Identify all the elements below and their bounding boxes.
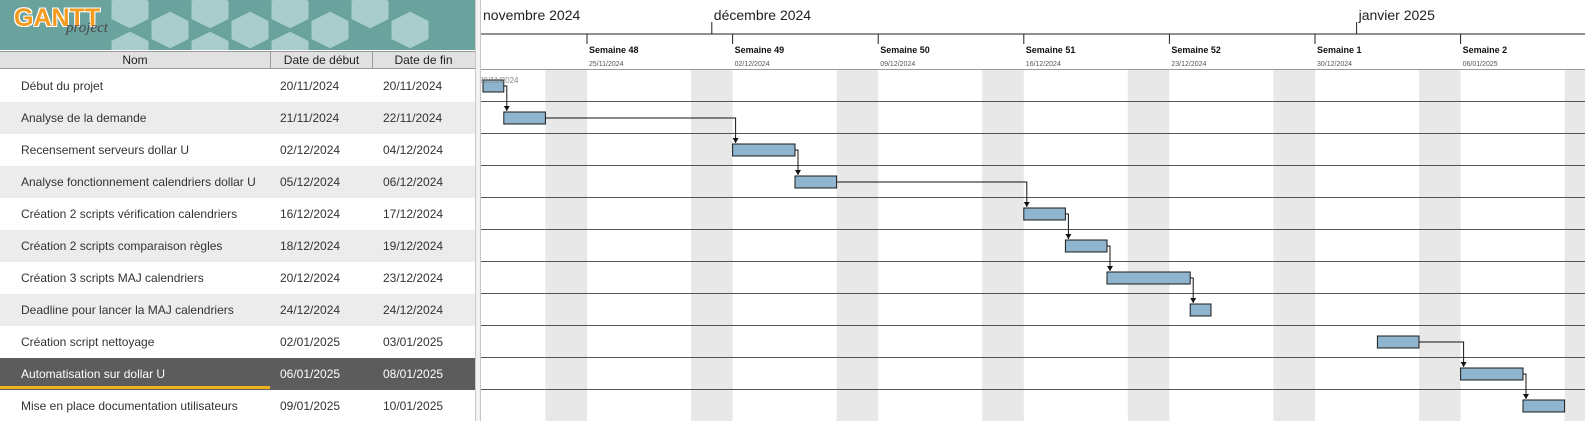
month-label: décembre 2024 [714,7,812,23]
task-row[interactable]: Mise en place documentation utilisateurs… [0,390,475,422]
task-end-date: 23/12/2024 [383,271,444,285]
task-start-date: 20/12/2024 [280,271,341,285]
task-end-date: 17/12/2024 [383,207,444,221]
task-row[interactable]: Création 3 scripts MAJ calendriers 20/12… [0,262,475,294]
weekend-band [1127,70,1170,421]
task-end-date: 20/11/2024 [383,79,443,93]
task-bar[interactable] [1023,207,1066,221]
gantt-chart-canvas[interactable]: novembre 2024décembre 2024janvier 2025e … [481,0,1585,421]
task-start-date: 18/12/2024 [280,239,341,253]
task-bar[interactable] [1106,271,1191,285]
week-date-label: 23/12/2024 [1171,61,1206,68]
week-date-label: 25/11/2024 [589,61,624,68]
week-date-label: 02/12/2024 [735,61,770,68]
task-name: Analyse de la demande [21,111,147,125]
column-header-end-date[interactable]: Date de fin [373,52,474,68]
task-bar[interactable] [1189,303,1212,317]
task-name: Création 2 scripts comparaison règles [21,239,223,253]
weekend-band [1419,70,1461,421]
task-name: Recensement serveurs dollar U [21,143,190,157]
task-name: Automatisation sur dollar U [21,367,166,381]
gantt-chart-area[interactable]: novembre 2024décembre 2024janvier 2025e … [481,0,1585,421]
task-start-date: 24/12/2024 [280,303,341,317]
week-date-label: 09/12/2024 [880,61,915,68]
task-name: Deadline pour lancer la MAJ calendriers [21,303,234,317]
milestone-date-label: 20/11/2024 [481,76,519,85]
task-bar[interactable] [794,175,838,189]
weekend-band [1564,70,1585,421]
task-end-date: 10/01/2025 [383,399,444,413]
week-label: Semaine 49 [735,45,785,55]
week-date-label: 16/12/2024 [1026,61,1061,68]
ganttproject-logo: GANTT project [0,0,475,50]
logo-sub-text: project [66,20,108,36]
weekend-band [1273,70,1315,421]
column-header-name[interactable]: Nom [0,52,271,68]
week-date-label: 30/12/2024 [1317,61,1352,68]
task-row[interactable]: Deadline pour lancer la MAJ calendriers … [0,294,475,326]
task-start-date: 05/12/2024 [280,175,341,189]
week-label: Semaine 48 [589,45,639,55]
task-bar[interactable] [732,143,796,157]
task-end-date: 03/01/2025 [383,335,444,349]
week-label: Semaine 2 [1463,45,1508,55]
task-name: Création 3 scripts MAJ calendriers [21,271,204,285]
task-start-date: 09/01/2025 [280,399,341,413]
task-start-date: 02/01/2025 [280,335,341,349]
task-row[interactable]: Création 2 scripts comparaison règles 18… [0,230,475,262]
task-start-date: 02/12/2024 [280,143,341,157]
weekend-band [982,70,1024,421]
month-label: novembre 2024 [483,7,581,23]
column-header-start-date[interactable]: Date de début [271,52,373,68]
week-label: Semaine 50 [880,45,930,55]
task-table-panel: GANTT project Nom Date de début Date de … [0,0,475,422]
task-end-date: 06/12/2024 [383,175,444,189]
task-end-date: 04/12/2024 [383,143,444,157]
selection-underline [0,386,270,389]
week-label: Semaine 51 [1026,45,1076,55]
task-end-date: 19/12/2024 [383,239,444,253]
task-start-date: 06/01/2025 [280,367,341,381]
weekend-band [836,70,879,421]
month-label: janvier 2025 [1358,7,1435,23]
task-row[interactable]: Création 2 scripts vérification calendri… [0,198,475,230]
task-start-date: 20/11/2024 [280,79,340,93]
task-end-date: 24/12/2024 [383,303,444,317]
task-name: Création 2 scripts vérification calendri… [21,207,238,221]
task-row[interactable]: Recensement serveurs dollar U 02/12/2024… [0,134,475,166]
task-start-date: 21/11/2024 [280,111,340,125]
week-label: Semaine 1 [1317,45,1362,55]
task-name: Début du projet [21,79,104,93]
task-bar[interactable] [1522,399,1566,413]
weekend-band [691,70,733,421]
task-row[interactable]: Analyse fonctionnement calendriers dolla… [0,166,475,198]
task-row[interactable]: Début du projet 20/11/2024 20/11/2024 [0,70,475,102]
task-start-date: 16/12/2024 [280,207,341,221]
task-name: Mise en place documentation utilisateurs [21,399,238,413]
task-row[interactable]: Analyse de la demande 21/11/2024 22/11/2… [0,102,475,134]
table-column-header: Nom Date de début Date de fin [0,51,475,69]
task-name: Création script nettoyage [21,335,155,349]
task-end-date: 22/11/2024 [383,111,443,125]
task-bar[interactable] [1376,335,1420,349]
week-label: Semaine 52 [1171,45,1221,55]
task-name: Analyse fonctionnement calendriers dolla… [21,175,256,189]
task-bar[interactable] [1064,239,1108,253]
weekend-band [545,70,587,421]
task-bar[interactable] [503,111,546,125]
task-bar[interactable] [1460,367,1524,381]
task-end-date: 08/01/2025 [383,367,444,381]
task-row[interactable]: Création script nettoyage 02/01/2025 03/… [0,326,475,358]
week-date-label: 06/01/2025 [1463,61,1498,68]
